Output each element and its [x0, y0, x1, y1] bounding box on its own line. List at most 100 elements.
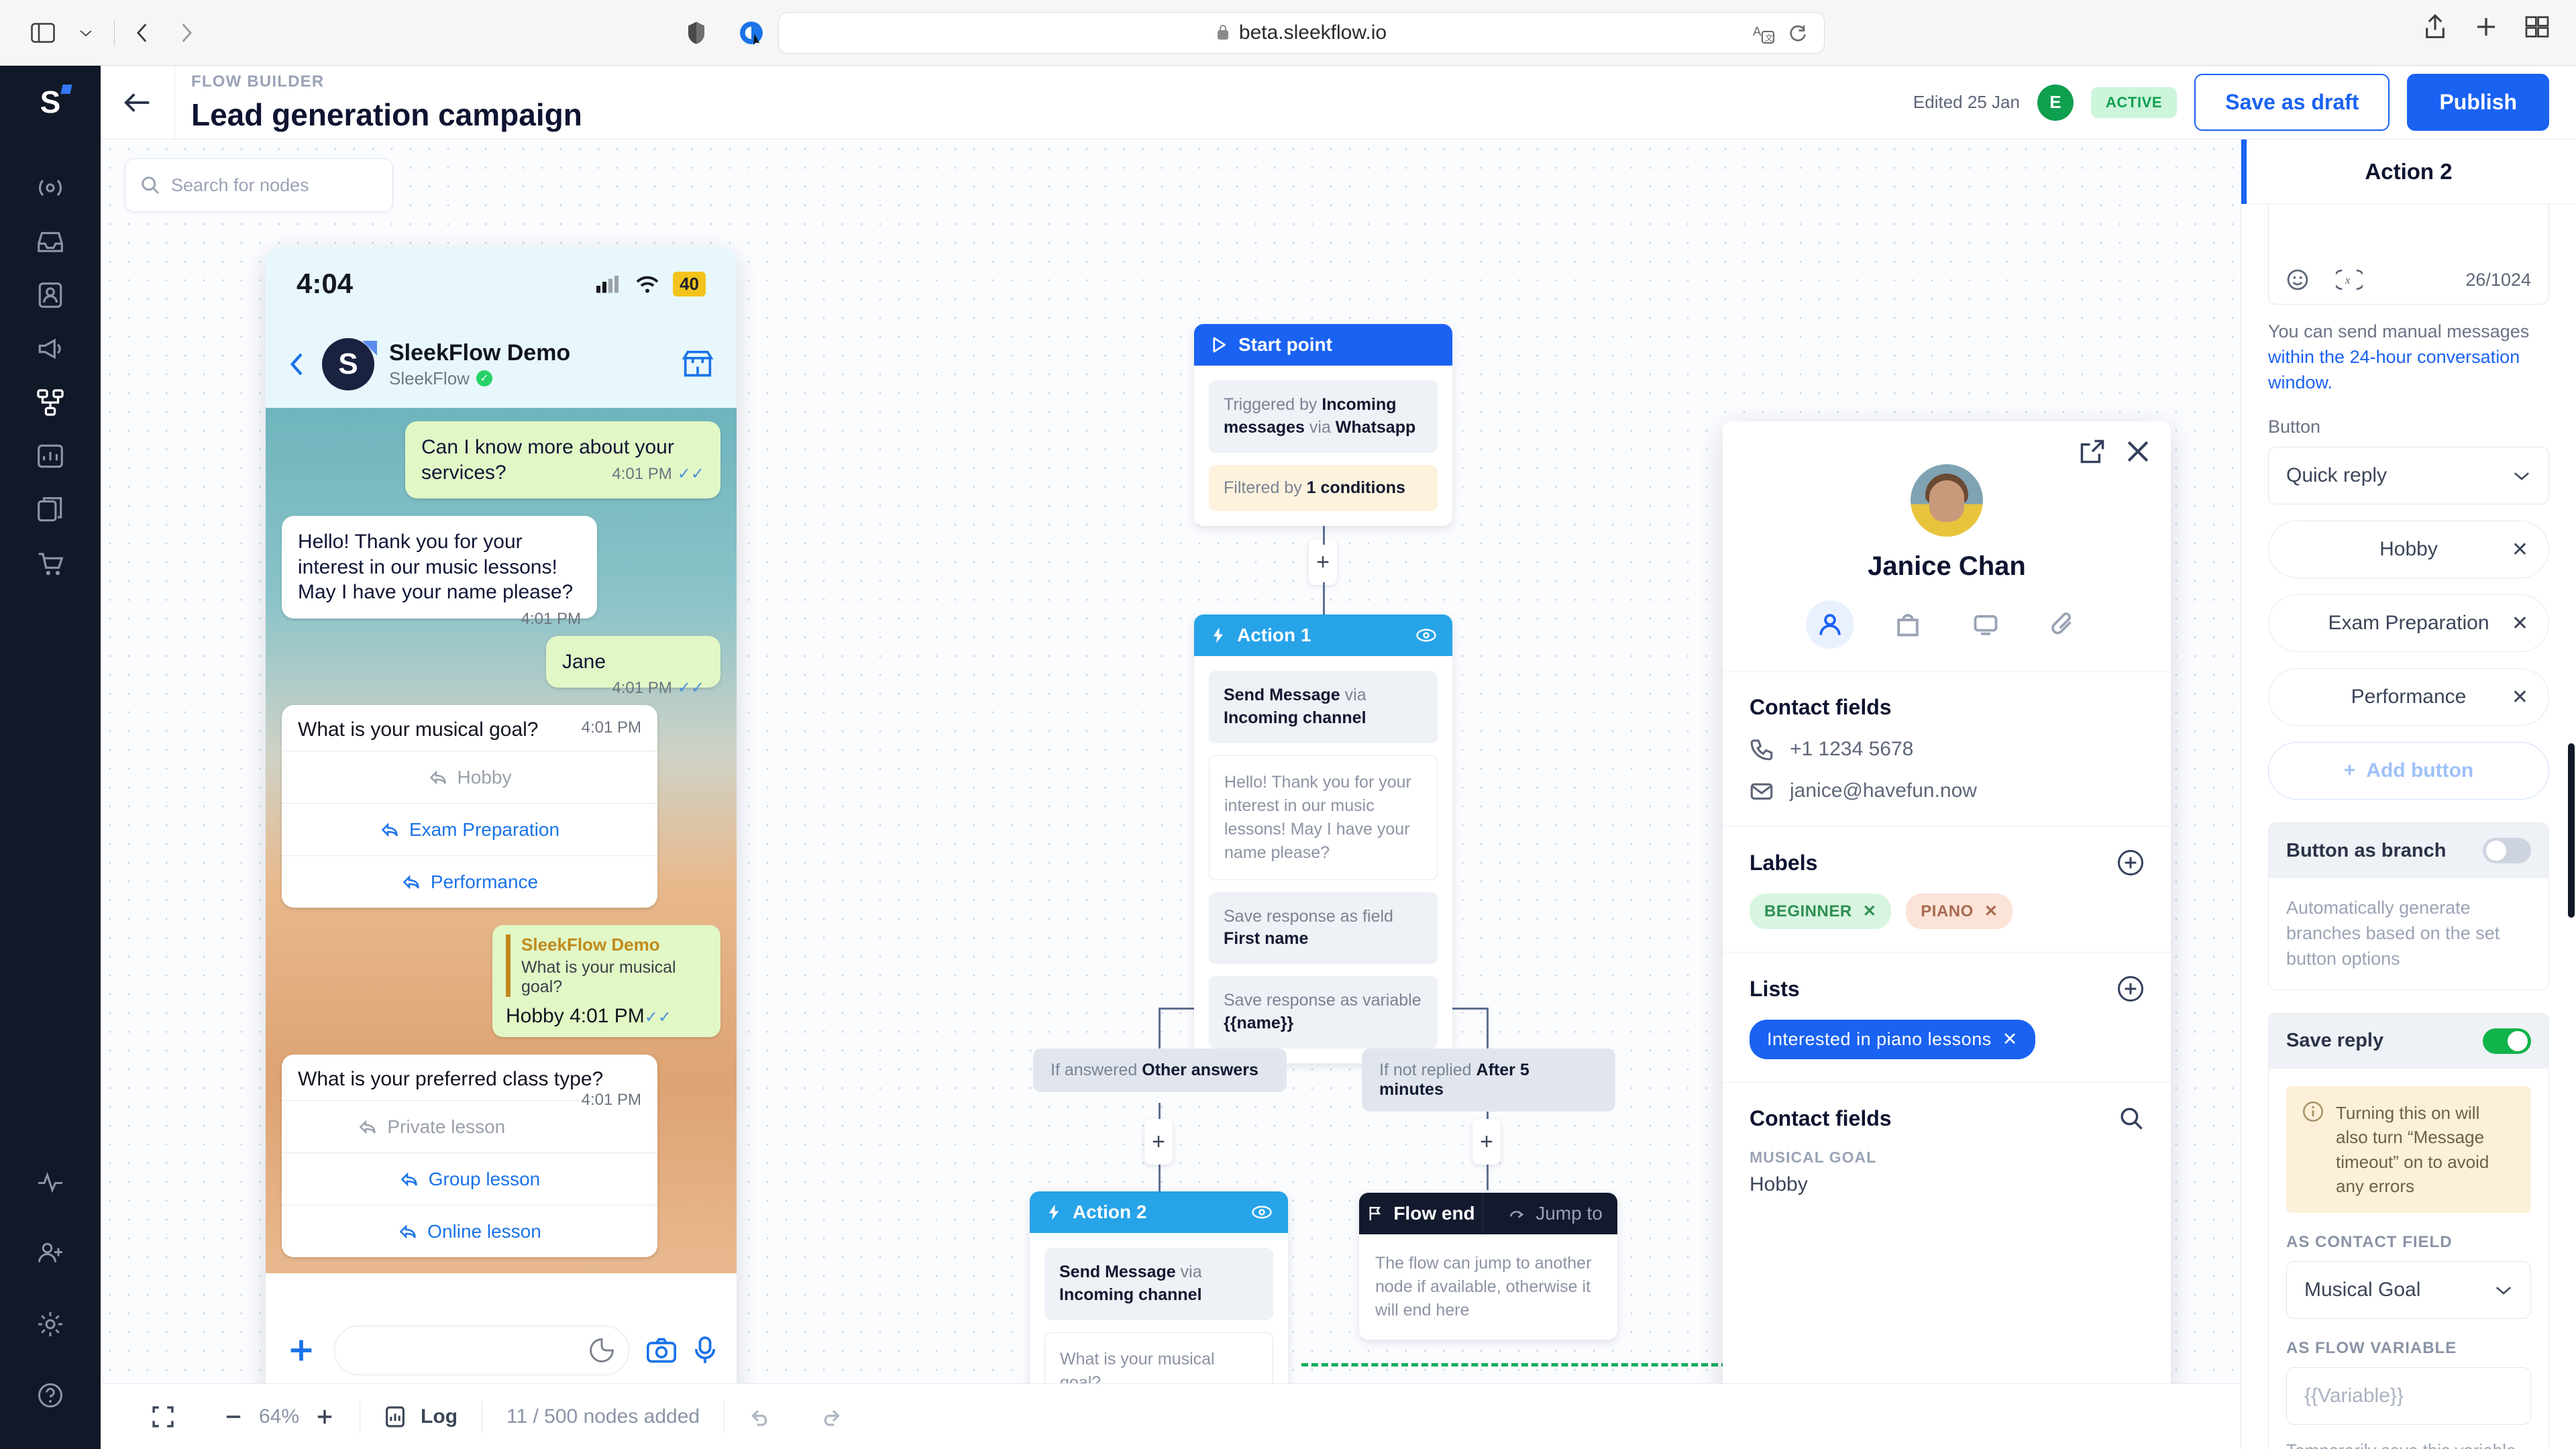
remove-icon[interactable]: ✕	[1984, 902, 1998, 921]
back-button[interactable]	[101, 66, 174, 140]
plus-icon[interactable]	[286, 1335, 317, 1366]
zoom-out-button[interactable]	[223, 1406, 244, 1428]
tab-files[interactable]	[2039, 600, 2088, 649]
sidebar-item-commerce[interactable]	[0, 537, 101, 590]
as-flow-variable-input[interactable]: {{Variable}}	[2286, 1367, 2531, 1425]
sidebar-item-contacts[interactable]	[0, 268, 101, 322]
quick-reply-option[interactable]: Private lesson	[282, 1100, 582, 1152]
sidebar-item-analytics[interactable]	[0, 429, 101, 483]
message-input[interactable]	[334, 1326, 629, 1375]
remove-icon[interactable]: ✕	[2512, 612, 2528, 635]
list-chip[interactable]: Interested in piano lessons✕	[1750, 1020, 2035, 1059]
quick-reply-option[interactable]: Online lesson	[282, 1205, 657, 1257]
add-label-icon[interactable]	[2117, 849, 2144, 876]
sidebar-item-help[interactable]	[0, 1368, 101, 1422]
sidebar-item-templates[interactable]	[0, 483, 101, 537]
sidebar-item-activity[interactable]	[0, 1155, 101, 1209]
button-option-3[interactable]: Performance ✕	[2268, 668, 2549, 726]
quick-reply-option[interactable]: Hobby	[282, 751, 657, 803]
sidebar-toggle-icon[interactable]	[24, 14, 62, 52]
address-bar[interactable]: beta.sleekflow.io A文	[778, 12, 1825, 54]
forward-icon[interactable]	[167, 14, 205, 52]
node-start-point[interactable]: Start point Triggered by Incoming messag…	[1194, 324, 1452, 526]
variable-icon[interactable]: x	[2336, 268, 2363, 291]
button-option-1[interactable]: Hobby ✕	[2268, 521, 2549, 578]
remove-icon[interactable]: ✕	[1863, 902, 1877, 921]
sidebar-item-inbox[interactable]	[0, 215, 101, 268]
emoji-icon[interactable]	[2286, 268, 2309, 291]
remove-icon[interactable]: ✕	[2002, 1029, 2018, 1050]
button-type-select[interactable]: Quick reply	[2268, 447, 2549, 504]
log-button[interactable]: Log	[360, 1405, 482, 1428]
add-node-button-right[interactable]: +	[1472, 1119, 1501, 1165]
sidebar-item-campaigns[interactable]	[0, 322, 101, 376]
label-chip[interactable]: BEGINNER✕	[1750, 894, 1891, 929]
node-title: Action 1	[1237, 625, 1311, 646]
remove-icon[interactable]: ✕	[2512, 686, 2528, 709]
eye-icon[interactable]	[1252, 1205, 1272, 1220]
save-reply-toggle[interactable]	[2483, 1028, 2531, 1054]
option-label: Exam Preparation	[409, 819, 559, 841]
label-chip[interactable]: PIANO✕	[1906, 894, 2012, 929]
message-textarea[interactable]: x 26/1024	[2268, 204, 2549, 305]
tab-overview-icon[interactable]	[2525, 16, 2549, 38]
add-list-icon[interactable]	[2117, 975, 2144, 1002]
node-flow-end[interactable]: Flow end Jump to The flow can jump to an…	[1359, 1193, 1617, 1340]
button-option-2[interactable]: Exam Preparation ✕	[2268, 594, 2549, 652]
extension-icon[interactable]	[733, 14, 770, 52]
as-contact-field-select[interactable]: Musical Goal	[2286, 1261, 2531, 1319]
chevron-down-icon[interactable]	[67, 14, 105, 52]
reload-icon[interactable]	[1788, 23, 1808, 44]
jump-to-tab[interactable]: Jump to	[1494, 1193, 1617, 1234]
add-button-button[interactable]: + Add button	[2268, 742, 2549, 800]
add-node-button-left[interactable]: +	[1144, 1119, 1173, 1165]
bubble-meta: 4:01 PM✓✓	[612, 678, 704, 698]
camera-icon[interactable]	[647, 1337, 676, 1364]
button-as-branch-toggle[interactable]	[2483, 838, 2531, 863]
quick-reply-option[interactable]: Performance	[282, 855, 657, 908]
sidebar-item-flow-builder[interactable]	[0, 376, 101, 429]
app-logo[interactable]: S	[0, 66, 101, 138]
publish-button[interactable]: Publish	[2407, 74, 2549, 131]
translate-icon[interactable]: A文	[1753, 22, 1776, 45]
chat-back-icon[interactable]	[288, 351, 307, 378]
search-nodes-input[interactable]: Search for nodes	[125, 158, 393, 212]
save-draft-button[interactable]: Save as draft	[2194, 74, 2390, 131]
quick-reply-option[interactable]: Exam Preparation	[282, 803, 657, 855]
share-icon[interactable]	[2423, 13, 2447, 40]
button-as-branch-description: Automatically generate branches based on…	[2269, 878, 2548, 989]
quick-reply-option[interactable]: Group lesson	[282, 1152, 657, 1205]
node-action-1[interactable]: Action 1 Send Message via Incoming chann…	[1194, 614, 1452, 1063]
microphone-icon[interactable]	[694, 1336, 716, 1364]
sticker-icon[interactable]	[590, 1338, 614, 1362]
tab-commerce[interactable]	[1884, 600, 1932, 649]
add-node-button[interactable]: +	[1309, 539, 1337, 585]
back-icon[interactable]	[124, 14, 162, 52]
open-external-icon[interactable]	[2080, 439, 2105, 464]
shield-icon[interactable]	[678, 14, 715, 52]
redo-button[interactable]	[796, 1407, 867, 1427]
search-icon[interactable]	[2118, 1106, 2144, 1131]
avatar[interactable]: E	[2037, 85, 2074, 121]
fit-view-button[interactable]	[127, 1405, 199, 1428]
new-tab-icon[interactable]	[2474, 15, 2498, 39]
sidebar-scrollbar[interactable]	[2568, 743, 2575, 918]
zoom-in-button[interactable]	[314, 1406, 335, 1428]
storefront-icon[interactable]	[682, 350, 714, 379]
flow-end-tab[interactable]: Flow end	[1359, 1193, 1483, 1234]
flow-canvas[interactable]: Search for nodes + + + Start point Trigg…	[101, 140, 2241, 1449]
sidebar-item-invite-user[interactable]	[0, 1226, 101, 1280]
save-variable-chip: Save response as variable {{name}}	[1209, 976, 1438, 1049]
remove-icon[interactable]: ✕	[2512, 538, 2528, 561]
undo-button[interactable]	[724, 1407, 796, 1427]
sidebar-item-settings[interactable]	[0, 1297, 101, 1351]
section-heading: Contact fields	[1750, 695, 2144, 720]
close-icon[interactable]	[2125, 439, 2151, 464]
tab-device[interactable]	[1962, 600, 2010, 649]
page-title[interactable]: Lead generation campaign	[191, 97, 582, 133]
contact-email: janice@havefun.now	[1790, 780, 1977, 802]
tab-profile[interactable]	[1806, 600, 1854, 649]
eye-icon[interactable]	[1416, 628, 1436, 643]
conversation-window-link[interactable]: within the 24-hour conversation window.	[2268, 347, 2520, 392]
sidebar-item-broadcast[interactable]	[0, 161, 101, 215]
